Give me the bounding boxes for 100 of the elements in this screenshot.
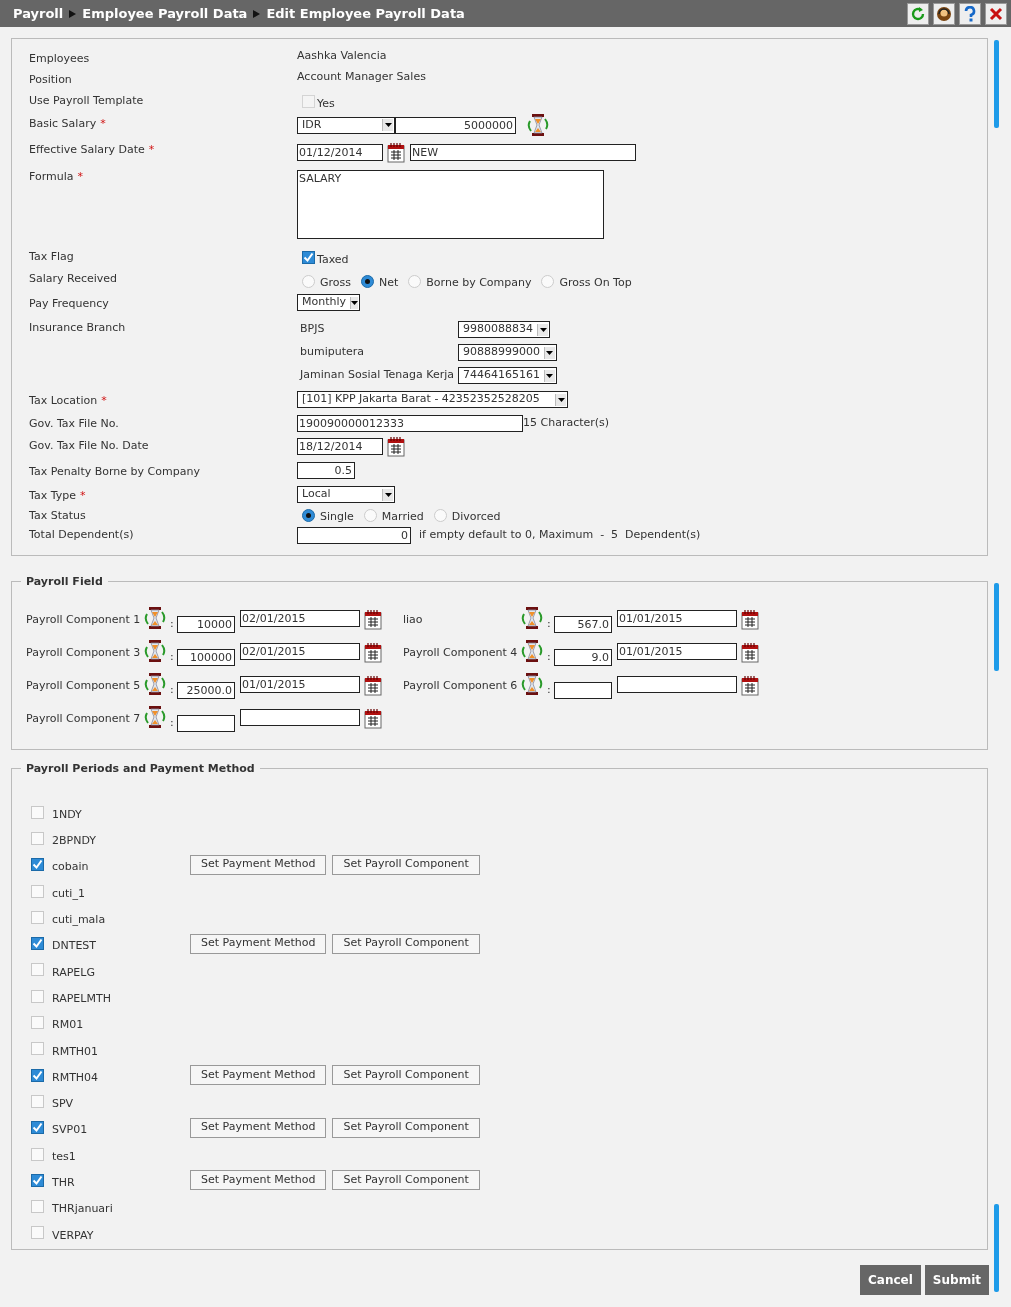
hourglass-refresh-icon[interactable]: [143, 606, 167, 630]
form-button[interactable]: Submit: [924, 1265, 989, 1295]
calendar-icon[interactable]: [364, 708, 383, 729]
date-field[interactable]: 01/01/2015: [617, 643, 737, 660]
hourglass-refresh-icon[interactable]: [143, 705, 167, 729]
checkbox[interactable]: [31, 989, 44, 1003]
number-field[interactable]: 0.5: [297, 462, 355, 479]
calendar-icon[interactable]: [387, 436, 406, 457]
form-button[interactable]: Cancel: [860, 1265, 921, 1295]
select-field[interactable]: Monthly: [297, 294, 360, 311]
scrollbar-thumb[interactable]: [994, 1204, 999, 1292]
hourglass-refresh-icon[interactable]: [520, 606, 544, 630]
field-label: Pay Frequency: [29, 297, 109, 310]
field-label: Tax Location: [29, 394, 98, 407]
calendar-icon[interactable]: [364, 609, 383, 630]
text-field[interactable]: NEW: [410, 144, 636, 161]
hourglass-refresh-icon[interactable]: [520, 639, 544, 663]
checkbox[interactable]: [31, 858, 44, 872]
checkbox[interactable]: [31, 1042, 44, 1056]
checkbox[interactable]: [31, 1147, 44, 1161]
calendar-icon[interactable]: [741, 675, 760, 696]
text-field[interactable]: 190090000012333: [297, 414, 523, 432]
date-field[interactable]: 02/01/2015: [240, 643, 360, 660]
hourglass-refresh-icon[interactable]: [526, 113, 550, 137]
amount-field[interactable]: 100000: [177, 649, 235, 666]
action-button[interactable]: Set Payment Method: [190, 1117, 327, 1138]
amount-field[interactable]: 25000.0: [177, 682, 235, 699]
amount-field[interactable]: 5000000: [395, 116, 516, 134]
action-button[interactable]: Set Payroll Component: [332, 1170, 480, 1191]
hourglass-refresh-icon[interactable]: [143, 639, 167, 663]
amount-field[interactable]: 567.0: [554, 616, 612, 633]
radio-button[interactable]: [302, 508, 315, 522]
scrollbar-thumb[interactable]: [994, 40, 999, 128]
refresh-icon[interactable]: [907, 2, 929, 25]
scrollbar-thumb[interactable]: [994, 583, 999, 671]
checkbox[interactable]: [31, 937, 44, 951]
action-button[interactable]: Set Payment Method: [190, 933, 327, 954]
hourglass-refresh-icon[interactable]: [143, 672, 167, 696]
amount-field[interactable]: 9.0: [554, 649, 612, 666]
date-field[interactable]: [617, 676, 737, 693]
field-label: Tax Status: [29, 509, 86, 522]
component-label: Payroll Component 7: [26, 711, 142, 727]
calendar-icon[interactable]: [741, 609, 760, 630]
checkbox[interactable]: [31, 1121, 44, 1135]
radio-button[interactable]: [361, 274, 374, 288]
action-button[interactable]: Set Payment Method: [190, 1170, 327, 1191]
date-field[interactable]: 18/12/2014: [297, 438, 383, 455]
action-button[interactable]: Set Payroll Component: [332, 1117, 480, 1138]
checkbox[interactable]: [31, 805, 44, 819]
amount-field[interactable]: 10000: [177, 616, 235, 633]
date-field[interactable]: 01/01/2015: [240, 676, 360, 693]
date-field[interactable]: 01/01/2015: [617, 610, 737, 627]
checkbox[interactable]: [31, 1016, 44, 1029]
calendar-icon[interactable]: [364, 675, 383, 696]
field-label: Gov. Tax File No.: [29, 417, 119, 430]
action-button[interactable]: Set Payroll Component: [332, 1065, 480, 1086]
select-field[interactable]: [101] KPP Jakarta Barat - 42352352528205: [297, 391, 568, 408]
date-field[interactable]: 02/01/2015: [240, 610, 360, 627]
colon: :: [170, 616, 175, 632]
calendar-icon[interactable]: [741, 642, 760, 663]
amount-field[interactable]: [554, 682, 612, 699]
checkbox[interactable]: [31, 884, 44, 898]
select-field[interactable]: 74464165161: [458, 367, 557, 384]
hourglass-refresh-icon[interactable]: [520, 672, 544, 696]
action-button[interactable]: Set Payroll Component: [332, 933, 480, 954]
action-button[interactable]: Set Payment Method: [190, 854, 327, 875]
checkbox[interactable]: [31, 831, 44, 845]
period-name: RMTH01: [52, 1043, 100, 1060]
calendar-icon[interactable]: [364, 642, 383, 663]
checkbox[interactable]: [31, 1200, 44, 1214]
checkbox[interactable]: [31, 1173, 44, 1187]
component-label: Payroll Component 3: [26, 645, 142, 661]
text-field[interactable]: 0: [297, 527, 411, 544]
select-field[interactable]: IDR: [297, 116, 395, 134]
period-name: cobain: [52, 859, 90, 876]
calendar-icon[interactable]: [387, 142, 406, 163]
breadcrumb-item[interactable]: Employee Payroll Data: [82, 3, 248, 24]
select-field[interactable]: 9980088834: [458, 321, 550, 338]
checkbox[interactable]: [31, 963, 44, 977]
checkbox[interactable]: [31, 910, 44, 924]
formula-textarea[interactable]: SALARY: [297, 170, 604, 239]
checkbox[interactable]: [31, 1094, 44, 1108]
date-field[interactable]: [240, 709, 360, 726]
action-button[interactable]: Set Payroll Component: [332, 854, 480, 875]
amount-field[interactable]: [177, 715, 235, 732]
date-field[interactable]: 01/12/2014: [297, 144, 383, 161]
component-label: Payroll Component 6: [403, 678, 519, 694]
select-field[interactable]: Local: [297, 486, 395, 503]
close-icon[interactable]: [985, 2, 1007, 25]
required-mark: *: [100, 117, 106, 130]
period-name: DNTEST: [52, 938, 98, 955]
checkbox[interactable]: [31, 1068, 44, 1082]
breadcrumb-item[interactable]: Payroll: [13, 3, 64, 24]
checkbox[interactable]: [302, 250, 315, 264]
select-field[interactable]: 90888999000: [458, 344, 557, 361]
help-icon[interactable]: [959, 2, 981, 25]
checkbox[interactable]: [31, 1226, 44, 1240]
action-button[interactable]: Set Payment Method: [190, 1065, 327, 1086]
support-agent-icon[interactable]: [933, 2, 955, 25]
breadcrumb-item[interactable]: Edit Employee Payroll Data: [266, 3, 465, 24]
